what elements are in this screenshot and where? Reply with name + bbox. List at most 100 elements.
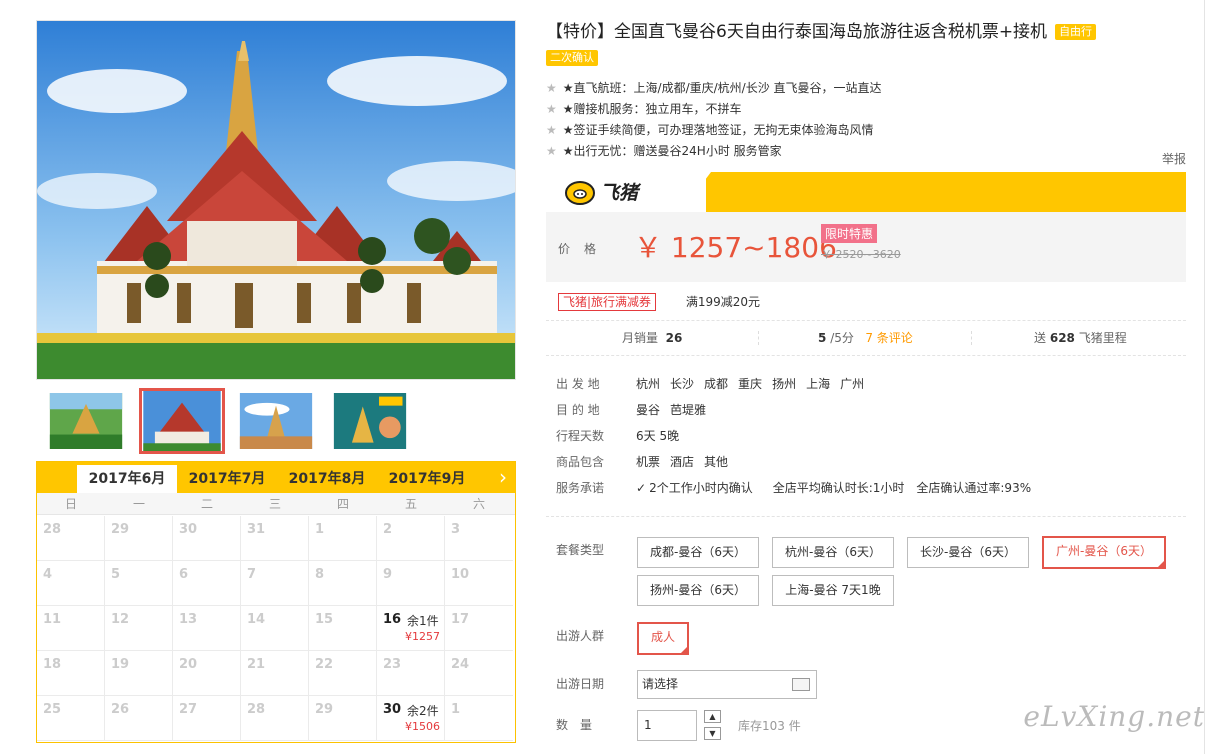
service-confirm-text: 2个工作小时内确认 [649, 481, 753, 495]
calendar-day-number: 12 [111, 612, 130, 627]
calendar-day: 18 [37, 651, 105, 696]
calendar-day: 30 [173, 516, 241, 561]
month-tab-1[interactable]: 2017年6月 [77, 465, 177, 493]
thumbnail-3[interactable] [236, 390, 316, 452]
departure-city: 长沙 [670, 377, 695, 391]
month-tab-4[interactable]: 2017年9月 [377, 465, 477, 493]
calendar-day-number: 28 [43, 522, 62, 537]
month-tab-3[interactable]: 2017年8月 [277, 465, 377, 493]
package-option-6[interactable]: 上海-曼谷 7天1晚 [772, 575, 894, 606]
price-row: 价格 ￥ 1257~1806 限时特惠 ￥ 2520~3620 [546, 212, 1186, 282]
thumbnail-strip [36, 388, 516, 468]
includes-label: 商品包含 [556, 455, 605, 469]
quantity-increase-icon[interactable]: ▲ [704, 710, 721, 723]
destination-row: 目 的 地 曼谷 芭堤雅 [556, 400, 716, 420]
calendar-day-number: 25 [43, 702, 62, 717]
price-box: 飞猪 价格 ￥ 1257~1806 限时特惠 ￥ 2520~3620 [546, 172, 1186, 282]
service-rate-text: 全店确认通过率:93% [916, 481, 1032, 495]
highlight-item: ★ ★赠接机服务：独立用车，不拼车 [546, 99, 1186, 120]
calendar-day-number: 23 [383, 657, 402, 672]
calendar-day-number: 11 [43, 612, 62, 627]
miles-suffix: 飞猪里程 [1078, 331, 1127, 345]
calendar-day-number: 9 [383, 567, 393, 582]
calendar-day: 2 [377, 516, 445, 561]
includes-list: 机票 酒店 其他 [636, 455, 738, 469]
departure-city: 成都 [704, 377, 729, 391]
quantity-decrease-icon[interactable]: ▼ [704, 727, 721, 740]
weekday-label: 五 [404, 497, 417, 511]
calendar-month-tabs: 2017年6月 2017年7月 2017年8月 2017年9月 › [37, 462, 515, 493]
calendar-day: 17 [445, 606, 513, 651]
package-label: 套餐类型 [556, 543, 605, 557]
calendar-day: 10 [445, 561, 513, 606]
calendar-day-number: 7 [247, 567, 257, 582]
calendar-day: 22 [309, 651, 377, 696]
highlight-text: ★出行无忧：赠送曼谷24H小时 服务管家 [562, 144, 782, 158]
calendar-day-number: 19 [111, 657, 130, 672]
weekday-label: 六 [472, 497, 485, 511]
calendar-day-price: ¥1506 [405, 720, 440, 733]
destination-list: 曼谷 芭堤雅 [636, 403, 716, 417]
package-option-5[interactable]: 扬州-曼谷（6天） [637, 575, 759, 606]
calendar-day-number: 17 [451, 612, 470, 627]
calendar-day-number: 27 [179, 702, 198, 717]
miles-prefix: 送 [1034, 331, 1047, 345]
highlight-text: ★签证手续简便，可办理落地签证，无拘无束体验海岛风情 [562, 123, 874, 137]
quantity-input[interactable]: 1 [637, 710, 697, 741]
calendar-day-number: 2 [383, 522, 393, 537]
gallery-column: 2017年6月 2017年7月 2017年8月 2017年9月 › 日 一 二 … [36, 20, 516, 743]
calendar-day: 19 [105, 651, 173, 696]
days-label: 行程天数 [556, 429, 605, 443]
product-title-text: 【特价】全国直飞曼谷6天自由行泰国海岛旅游往返含税机票+接机 [546, 22, 1048, 42]
calendar-day-available[interactable]: 30 余2件 ¥1506 [377, 696, 445, 741]
thumbnail-1[interactable] [46, 390, 126, 452]
quantity-label: 数 量 [556, 718, 593, 732]
calendar-day-number: 26 [111, 702, 130, 717]
package-option-2[interactable]: 杭州-曼谷（6天） [772, 537, 894, 568]
date-placeholder: 请选择 [642, 677, 679, 691]
departure-label: 出 发 地 [556, 377, 600, 391]
package-option-1[interactable]: 成都-曼谷（6天） [637, 537, 759, 568]
price-value: ￥ 1257~1806 [634, 231, 837, 264]
coupon-badge[interactable]: 飞猪|旅行满减券 [558, 293, 657, 311]
weekday-label: 日 [64, 497, 77, 511]
package-option-4-selected[interactable]: 广州-曼谷（6天） [1042, 536, 1166, 569]
included-item: 机票 [636, 455, 661, 469]
weekday-label: 二 [200, 497, 213, 511]
chevron-right-icon[interactable]: › [499, 464, 507, 490]
package-option-3[interactable]: 长沙-曼谷（6天） [907, 537, 1029, 568]
service-value: ✓ 2个工作小时内确认 全店平均确认时长:1小时 全店确认通过率:93% [636, 481, 1041, 495]
traveler-option-adult[interactable]: 成人 [637, 622, 689, 655]
thumbnail-4[interactable] [330, 390, 410, 452]
calendar-icon[interactable] [792, 678, 810, 691]
month-tab-2[interactable]: 2017年7月 [177, 465, 277, 493]
star-icon: ★ [546, 123, 557, 137]
calendar-day: 28 [37, 516, 105, 561]
calendar-day-number: 13 [179, 612, 198, 627]
thumbnail-2-selected[interactable] [139, 388, 225, 454]
review-count-link[interactable]: 7 条评论 [865, 331, 912, 345]
calendar-day-available[interactable]: 16 余1件 ¥1257 [377, 606, 445, 651]
monthly-sales-label: 月销量 [622, 331, 659, 345]
calendar-day: 7 [241, 561, 309, 606]
departure-list: 杭州 长沙 成都 重庆 扬州 上海 广州 [636, 377, 874, 391]
calendar-day: 5 [105, 561, 173, 606]
calendar-day: 29 [309, 696, 377, 741]
type-badge: 自由行 [1055, 24, 1097, 40]
highlight-item: ★ ★出行无忧：赠送曼谷24H小时 服务管家 [546, 141, 1186, 162]
destination-label: 目 的 地 [556, 403, 600, 417]
product-detail: 【特价】全国直飞曼谷6天自由行泰国海岛旅游往返含税机票+接机 自由行 二次确认 ★… [546, 18, 1186, 741]
report-link[interactable]: 举报 [1162, 150, 1186, 167]
rating-score: 5 [818, 331, 827, 345]
included-item: 酒店 [670, 455, 695, 469]
traveler-label: 出游人群 [556, 629, 605, 643]
star-icon: ★ [546, 144, 557, 158]
monthly-sales-value: 26 [665, 331, 683, 345]
destination-city: 曼谷 [636, 403, 661, 417]
product-title: 【特价】全国直飞曼谷6天自由行泰国海岛旅游往返含税机票+接机 自由行 [546, 18, 1186, 46]
calendar-day: 31 [241, 516, 309, 561]
travel-date-input[interactable]: 请选择 [637, 670, 817, 699]
calendar-day-number: 30 [383, 702, 402, 717]
calendar-day-number: 21 [247, 657, 266, 672]
brand-name: 飞猪 [600, 182, 639, 204]
